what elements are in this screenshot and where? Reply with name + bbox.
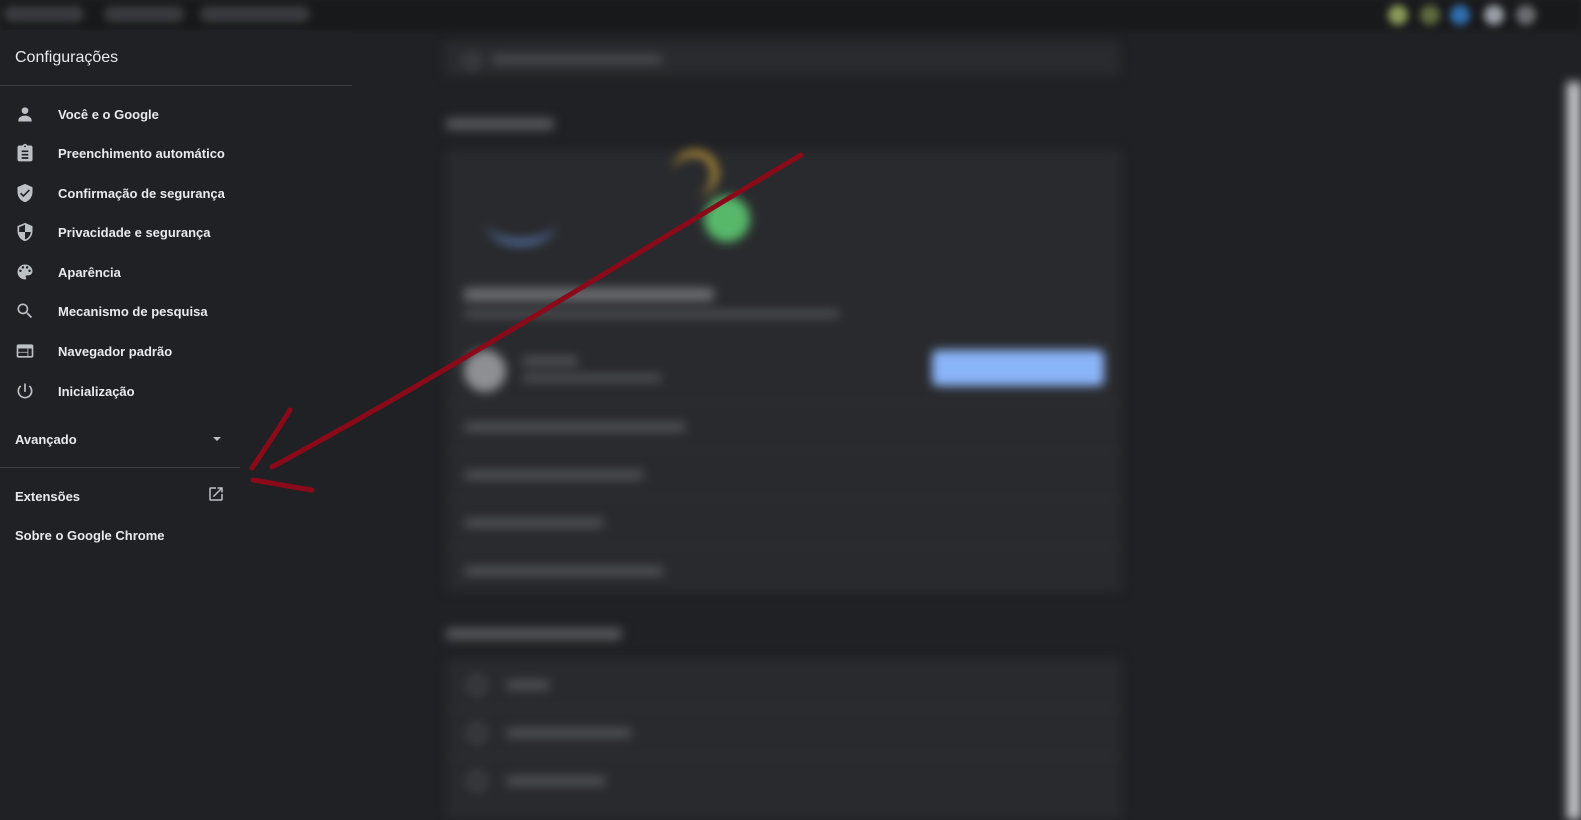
power-icon [13,379,37,403]
about-label: Sobre o Google Chrome [15,527,165,543]
row-divider [446,708,1122,709]
account-name [522,356,578,366]
sidebar-item-label: Você e o Google [58,106,159,122]
sidebar-item-label: Preenchimento automático [58,145,225,161]
extension-icon[interactable] [1420,5,1440,25]
sidebar-item-safety-check[interactable]: Confirmação de segurança [0,173,240,213]
search-icon [464,53,480,69]
sidebar-divider [0,467,240,468]
header-divider [0,85,352,86]
palette-icon [13,260,37,284]
caret-down-icon [213,437,221,441]
open-in-new-icon [207,485,225,508]
sync-button[interactable] [932,350,1104,386]
you-and-google-card [446,150,1122,592]
advanced-label: Avançado [15,431,77,447]
row-text [464,422,686,432]
section-title [446,118,554,130]
row-text [506,680,550,690]
sidebar-item-appearance[interactable]: Aparência [0,252,240,292]
settings-sidebar: Configurações Você e o Google Preenchime… [0,30,352,820]
location-icon [468,772,486,790]
sidebar-item-label: Privacidade e segurança [58,224,211,240]
person-icon [13,102,37,126]
search-icon [13,299,37,323]
clipboard-icon [13,141,37,165]
advanced-toggle[interactable]: Avançado [15,426,225,452]
sidebar-item-label: Aparência [58,264,121,280]
row-divider [446,546,1122,547]
page-title: Configurações [15,49,119,66]
avatar [464,350,506,392]
account-email [522,374,662,382]
sidebar-item-autofill[interactable]: Preenchimento automático [0,133,240,173]
sidebar-item-search-engine[interactable]: Mecanismo de pesquisa [0,291,240,331]
illustration-shape [486,200,556,245]
autofill-card [446,658,1122,820]
extensions-link[interactable]: Extensões [15,483,225,509]
row-divider [446,402,1122,403]
row-text [464,470,644,480]
row-text [506,728,632,738]
sidebar-item-label: Confirmação de segurança [58,185,225,201]
card-subtext [464,310,840,318]
address-text [200,6,310,22]
window-controls [4,6,84,22]
illustration-shape [672,150,718,196]
sidebar-item-label: Mecanismo de pesquisa [58,303,208,319]
profile-avatar[interactable] [1484,5,1504,25]
row-text [506,776,606,786]
section-title [446,628,622,640]
extension-icon[interactable] [1388,5,1408,25]
key-icon [468,676,486,694]
shield-icon [13,220,37,244]
row-divider [446,450,1122,451]
sidebar-item-default-browser[interactable]: Navegador padrão [0,331,240,371]
row-text [464,566,664,576]
search-settings-input[interactable] [444,42,1120,76]
browser-toolbar [0,0,1581,30]
settings-main-blurred [352,30,1581,820]
row-divider [446,756,1122,757]
row-text [464,518,604,528]
shield-check-icon [13,181,37,205]
menu-icon[interactable] [1516,5,1536,25]
extension-icon[interactable] [1450,5,1470,25]
sidebar-item-you-and-google[interactable]: Você e o Google [0,94,240,134]
sidebar-item-label: Navegador padrão [58,343,173,359]
scrollbar[interactable] [1567,82,1581,820]
search-placeholder [492,55,662,64]
sidebar-item-label: Inicialização [58,383,135,399]
extensions-label: Extensões [15,488,81,504]
browser-window-icon [13,339,37,363]
row-divider [446,498,1122,499]
card-heading [464,288,714,301]
sidebar-item-on-startup[interactable]: Inicialização [0,371,240,411]
illustration-shape [704,196,750,242]
sidebar-item-privacy[interactable]: Privacidade e segurança [0,212,240,252]
tab-strip [104,6,184,22]
payment-icon [468,724,486,742]
about-chrome-link[interactable]: Sobre o Google Chrome [15,522,165,548]
